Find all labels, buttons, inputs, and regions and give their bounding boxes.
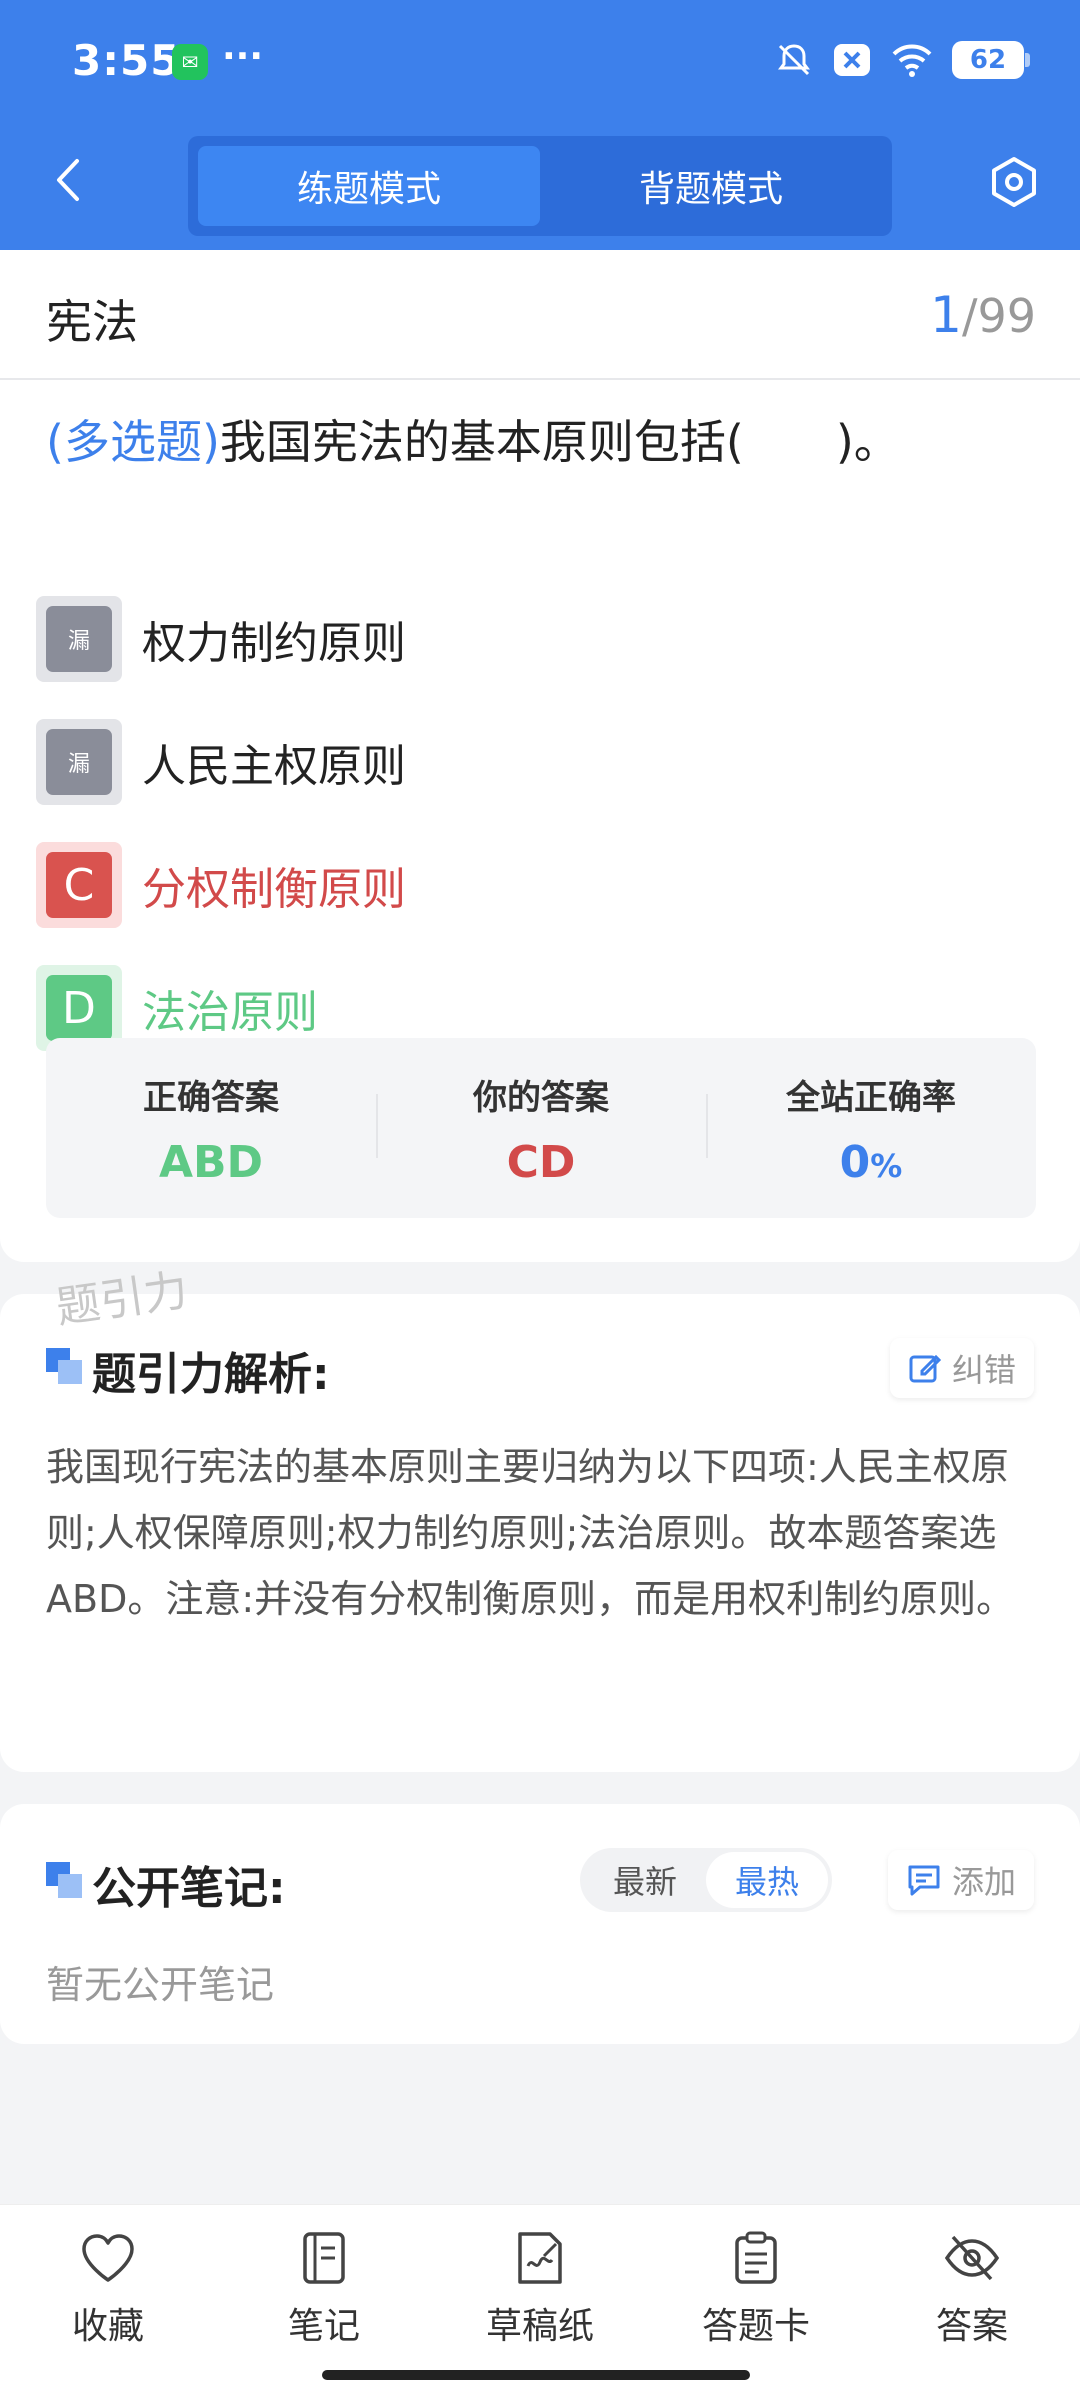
option-badge: C xyxy=(36,842,122,928)
close-box-icon xyxy=(834,44,870,76)
site-accuracy-label: 全站正确率 xyxy=(786,1078,956,1118)
status-icons: 62 xyxy=(774,40,1030,80)
correct-answer: 正确答案 ABD xyxy=(46,1038,376,1218)
total-count: 99 xyxy=(977,289,1036,343)
current-index: 1 xyxy=(930,286,962,344)
comment-icon xyxy=(908,1865,940,1896)
notebook-icon xyxy=(303,2232,345,2284)
answer-sheet-label: 答题卡 xyxy=(701,2306,810,2347)
option-badge-label: C xyxy=(46,852,112,918)
tab-latest[interactable]: 最新 xyxy=(584,1852,706,1908)
tab-hottest[interactable]: 最热 xyxy=(706,1852,828,1908)
nav-bar: 练题模式 背题模式 xyxy=(0,124,1080,250)
settings-hexagon-icon xyxy=(992,157,1036,207)
wechat-notification-icon: ✉ xyxy=(172,44,208,80)
status-time: 3:55 xyxy=(72,36,181,85)
edit-icon xyxy=(909,1354,942,1383)
subject-title: 宪法 xyxy=(46,295,138,349)
site-accuracy-value: 0% xyxy=(840,1137,903,1188)
draft-paper-icon xyxy=(518,2232,562,2284)
notes-label: 笔记 xyxy=(287,2306,360,2347)
subject-row: 宪法 1/99 xyxy=(0,250,1080,380)
toggle-answer-label: 答案 xyxy=(935,2306,1008,2347)
correct-answer-value: ABD xyxy=(158,1137,264,1188)
answer-sheet-button[interactable]: 答题卡 xyxy=(676,2229,836,2349)
answer-sheet-icon xyxy=(735,2231,777,2284)
question-stem: (多选题)我国宪法的基本原则包括( )。 xyxy=(46,410,1036,474)
question-counter: 1/99 xyxy=(930,286,1036,344)
option-badge: 漏 xyxy=(36,719,122,805)
notes-sort-switch: 最新 最热 xyxy=(580,1848,832,1912)
option-a[interactable]: 漏 权力制约原则 xyxy=(36,596,406,682)
settings-button[interactable] xyxy=(984,152,1044,212)
correct-answer-label: 正确答案 xyxy=(143,1078,279,1118)
draft-paper-label: 草稿纸 xyxy=(485,2306,594,2347)
notes-title: 公开笔记: xyxy=(92,1863,286,1914)
favorite-label: 收藏 xyxy=(71,2306,144,2347)
draft-paper-button[interactable]: 草稿纸 xyxy=(460,2229,620,2349)
favorite-button[interactable]: 收藏 xyxy=(28,2229,188,2349)
answer-summary: 正确答案 ABD 你的答案 CD 全站正确率 0% xyxy=(46,1038,1036,1218)
chevron-left-icon xyxy=(57,159,79,201)
toggle-answer-button[interactable]: 答案 xyxy=(892,2229,1052,2349)
your-answer-value: CD xyxy=(506,1137,576,1188)
option-badge-label: D xyxy=(46,975,112,1041)
tab-practice-mode[interactable]: 练题模式 xyxy=(198,146,540,226)
analysis-title: 题引力解析: xyxy=(92,1349,330,1400)
eye-off-icon xyxy=(944,2235,1000,2281)
analysis-text: 我国现行宪法的基本原则主要归纳为以下四项:人民主权原则;人权保障原则;权力制约原… xyxy=(46,1445,1015,1621)
heart-icon xyxy=(82,2234,134,2282)
option-badge-label: 漏 xyxy=(46,729,112,795)
public-notes-card: 公开笔记: 最新 最热 添加 暂无公开笔记 xyxy=(0,1804,1080,2044)
question-type: (多选题) xyxy=(46,415,220,469)
add-note-button[interactable]: 添加 xyxy=(887,1850,1034,1910)
question-card: 宪法 1/99 (多选题)我国宪法的基本原则包括( )。 漏 权力制约原则 漏 … xyxy=(0,250,1080,1262)
notes-button[interactable]: 笔记 xyxy=(244,2229,404,2349)
back-button[interactable] xyxy=(40,152,96,208)
more-notifications-icon: ··· xyxy=(222,36,264,77)
tab-recite-mode[interactable]: 背题模式 xyxy=(540,146,882,226)
wifi-icon xyxy=(892,44,932,77)
mode-switch: 练题模式 背题模式 xyxy=(188,136,892,236)
empty-notes-text: 暂无公开笔记 xyxy=(46,1963,275,2007)
option-badge: 漏 xyxy=(36,596,122,682)
report-error-label: 纠错 xyxy=(951,1351,1016,1389)
site-accuracy-unit: % xyxy=(870,1147,903,1185)
home-indicator xyxy=(322,2370,750,2380)
battery-indicator: 62 xyxy=(952,41,1030,79)
option-text: 权力制约原则 xyxy=(142,618,406,669)
question-text: 我国宪法的基本原则包括( )。 xyxy=(219,415,900,469)
site-accuracy-number: 0 xyxy=(839,1137,871,1188)
bell-muted-icon xyxy=(778,44,810,76)
app-header: 3:55 ✉ ··· 62 练题模式 背题模式 xyxy=(0,0,1080,250)
add-note-label: 添加 xyxy=(951,1863,1016,1901)
section-icon xyxy=(46,1862,82,1898)
report-error-button[interactable]: 纠错 xyxy=(889,1338,1034,1398)
analysis-card: 题引力解析: 纠错 我国现行宪法的基本原则主要归纳为以下四项:人民主权原则;人权… xyxy=(0,1294,1080,1772)
status-bar: 3:55 ✉ ··· 62 xyxy=(0,0,1080,124)
option-c[interactable]: C 分权制衡原则 xyxy=(36,842,406,928)
your-answer-label: 你的答案 xyxy=(473,1078,609,1118)
option-text: 人民主权原则 xyxy=(142,741,406,792)
option-badge-label: 漏 xyxy=(46,606,112,672)
option-b[interactable]: 漏 人民主权原则 xyxy=(36,719,406,805)
option-text: 分权制衡原则 xyxy=(142,864,406,915)
your-answer: 你的答案 CD xyxy=(376,1038,706,1218)
section-icon xyxy=(46,1348,82,1384)
site-accuracy: 全站正确率 0% xyxy=(706,1038,1036,1218)
option-text: 法治原则 xyxy=(142,987,318,1038)
